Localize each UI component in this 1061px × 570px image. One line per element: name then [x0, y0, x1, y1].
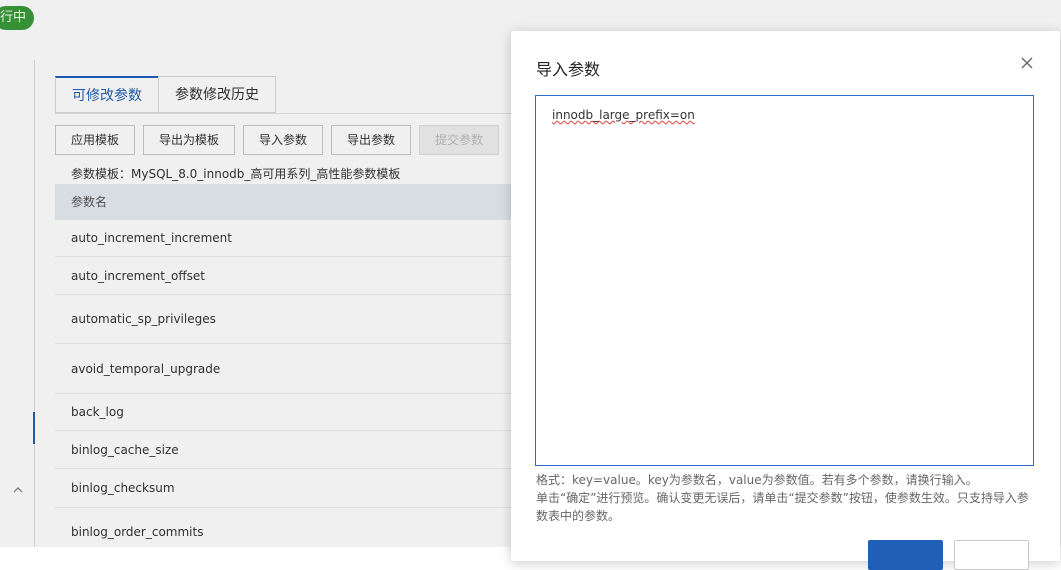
textarea-value: innodb_large_prefix=on	[552, 108, 695, 122]
close-icon[interactable]	[1017, 53, 1037, 73]
hint-line-1: 格式：key=value。key为参数名，value为参数值。若有多个参数，请换…	[536, 473, 978, 487]
hint-line-2: 单击“确定”进行预览。确认变更无误后，请单击“提交参数”按钮，使参数生效。只支持…	[536, 491, 1029, 523]
dialog-title: 导入参数	[536, 60, 601, 79]
cancel-button[interactable]	[954, 540, 1029, 570]
confirm-button[interactable]	[868, 540, 943, 570]
import-params-dialog: 导入参数 innodb_large_prefix=on 格式：key=value…	[511, 31, 1060, 570]
params-textarea[interactable]: innodb_large_prefix=on	[535, 95, 1034, 466]
format-hint: 格式：key=value。key为参数名，value为参数值。若有多个参数，请换…	[536, 471, 1036, 525]
